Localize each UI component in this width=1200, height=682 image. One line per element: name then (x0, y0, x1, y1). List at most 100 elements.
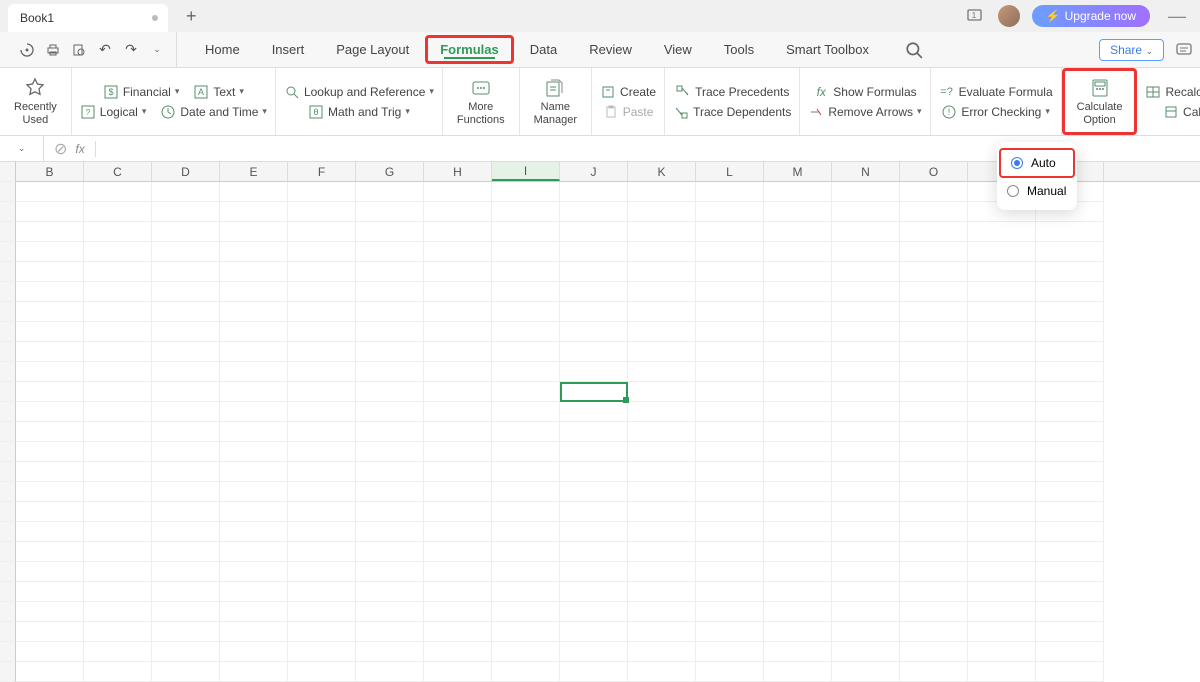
col-header-c[interactable]: C (84, 162, 152, 181)
cell[interactable] (628, 422, 696, 442)
cell[interactable] (832, 282, 900, 302)
cell[interactable] (1036, 222, 1104, 242)
cell[interactable] (764, 182, 832, 202)
math-trig-button[interactable]: θMath and Trig ▾ (308, 104, 410, 120)
cell[interactable] (832, 442, 900, 462)
cell[interactable] (16, 242, 84, 262)
cell[interactable] (84, 582, 152, 602)
cell[interactable] (84, 642, 152, 662)
cell[interactable] (16, 302, 84, 322)
cell[interactable] (560, 562, 628, 582)
cell[interactable] (492, 182, 560, 202)
logical-button[interactable]: ?Logical ▾ (80, 104, 147, 120)
cell[interactable] (424, 282, 492, 302)
cell[interactable] (832, 222, 900, 242)
cell[interactable] (832, 522, 900, 542)
cell[interactable] (968, 402, 1036, 422)
cell[interactable] (900, 522, 968, 542)
row-header[interactable] (0, 202, 16, 222)
cell[interactable] (628, 642, 696, 662)
cell[interactable] (764, 482, 832, 502)
cell[interactable] (152, 182, 220, 202)
cell[interactable] (220, 582, 288, 602)
cell[interactable] (696, 362, 764, 382)
cell[interactable] (220, 622, 288, 642)
cell[interactable] (900, 222, 968, 242)
cell[interactable] (764, 422, 832, 442)
cell[interactable] (424, 642, 492, 662)
cell[interactable] (220, 462, 288, 482)
cell[interactable] (560, 522, 628, 542)
cell[interactable] (832, 422, 900, 442)
col-header-m[interactable]: M (764, 162, 832, 181)
cell[interactable] (424, 582, 492, 602)
cell[interactable] (968, 542, 1036, 562)
cell[interactable] (1036, 482, 1104, 502)
cell[interactable] (16, 282, 84, 302)
cell[interactable] (356, 502, 424, 522)
cell[interactable] (152, 642, 220, 662)
cell[interactable] (84, 602, 152, 622)
cell[interactable] (1036, 422, 1104, 442)
cell[interactable] (628, 462, 696, 482)
cell[interactable] (288, 502, 356, 522)
name-box[interactable]: ⌄ (0, 136, 44, 161)
cell[interactable] (152, 582, 220, 602)
cell[interactable] (424, 482, 492, 502)
cell[interactable] (356, 582, 424, 602)
cell[interactable] (16, 562, 84, 582)
cell[interactable] (356, 662, 424, 682)
cell[interactable] (696, 242, 764, 262)
tab-view[interactable]: View (648, 34, 708, 65)
cell[interactable] (356, 382, 424, 402)
cell[interactable] (220, 262, 288, 282)
cell[interactable] (560, 242, 628, 262)
cell[interactable] (220, 522, 288, 542)
cell[interactable] (220, 202, 288, 222)
cell[interactable] (220, 222, 288, 242)
cell[interactable] (288, 482, 356, 502)
cell[interactable] (560, 182, 628, 202)
row-header[interactable] (0, 222, 16, 242)
cell[interactable] (832, 542, 900, 562)
cell[interactable] (696, 582, 764, 602)
col-header-j[interactable]: J (560, 162, 628, 181)
cell[interactable] (968, 262, 1036, 282)
cell[interactable] (492, 242, 560, 262)
col-header-l[interactable]: L (696, 162, 764, 181)
upgrade-button[interactable]: ⚡ Upgrade now (1032, 5, 1150, 27)
row-header[interactable] (0, 622, 16, 642)
cell[interactable] (220, 242, 288, 262)
cell[interactable] (16, 602, 84, 622)
cell[interactable] (1036, 662, 1104, 682)
cell[interactable] (356, 442, 424, 462)
tab-review[interactable]: Review (573, 34, 648, 65)
cell[interactable] (560, 342, 628, 362)
cell[interactable] (84, 222, 152, 242)
recently-used-button[interactable]: Recently Used (8, 75, 63, 127)
cell[interactable] (84, 662, 152, 682)
cell[interactable] (220, 182, 288, 202)
cell[interactable] (84, 562, 152, 582)
cell[interactable] (968, 582, 1036, 602)
cell[interactable] (152, 562, 220, 582)
cell[interactable] (696, 302, 764, 322)
cell[interactable] (84, 622, 152, 642)
cell[interactable] (220, 302, 288, 322)
cell[interactable] (832, 342, 900, 362)
cell[interactable] (152, 482, 220, 502)
cell[interactable] (492, 502, 560, 522)
cell[interactable] (424, 222, 492, 242)
cell[interactable] (152, 402, 220, 422)
cell[interactable] (220, 382, 288, 402)
cell[interactable] (492, 322, 560, 342)
more-functions-button[interactable]: More Functions (451, 75, 511, 127)
cell[interactable] (84, 322, 152, 342)
cell[interactable] (968, 662, 1036, 682)
cell[interactable] (696, 202, 764, 222)
cell[interactable] (628, 262, 696, 282)
cell[interactable] (288, 342, 356, 362)
cell[interactable] (424, 202, 492, 222)
cell[interactable] (16, 542, 84, 562)
cell[interactable] (152, 342, 220, 362)
